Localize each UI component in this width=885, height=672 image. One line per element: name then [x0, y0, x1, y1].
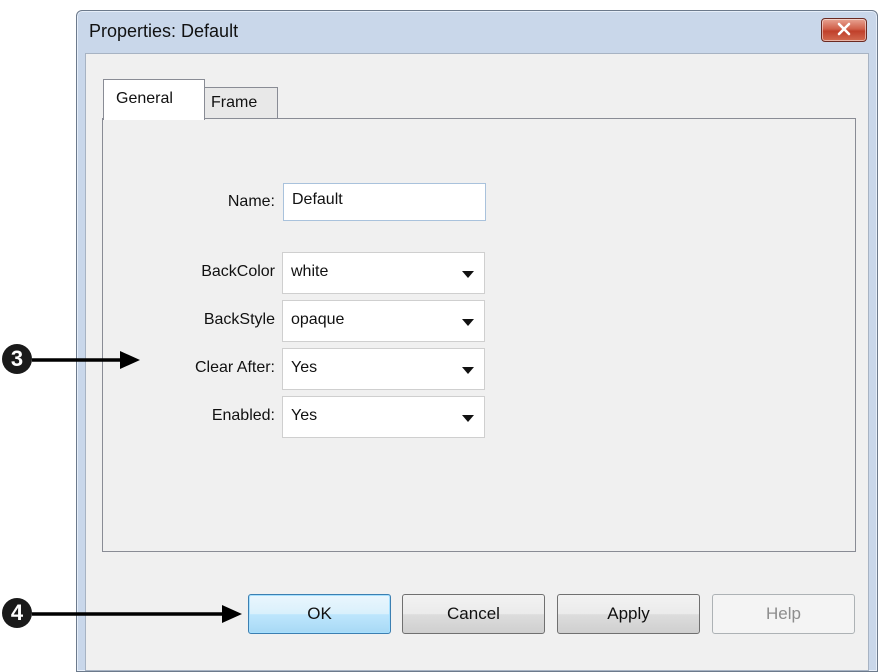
enabled-select[interactable]: Yes [282, 396, 485, 438]
backcolor-select[interactable]: white [282, 252, 485, 294]
tab-general-label: General [116, 90, 173, 107]
help-button[interactable]: Help [712, 594, 855, 634]
ok-button[interactable]: OK [248, 594, 391, 634]
name-input[interactable]: Default [283, 183, 486, 221]
backcolor-value: white [291, 263, 329, 280]
properties-dialog: Properties: Default General Frame Name: … [76, 10, 878, 672]
clear-after-select[interactable]: Yes [282, 348, 485, 390]
enabled-label: Enabled: [211, 407, 275, 424]
callout-3-arrow [32, 351, 140, 369]
clear-after-value: Yes [291, 359, 318, 376]
callout-4-badge: 4 [2, 598, 32, 628]
name-value: Default [292, 191, 343, 208]
chevron-down-icon [462, 319, 474, 326]
apply-button[interactable]: Apply [557, 594, 700, 634]
callout-3-badge: 3 [2, 344, 32, 374]
backstyle-label: BackStyle [203, 311, 275, 328]
chevron-down-icon [462, 415, 474, 422]
tab-general[interactable]: General [103, 79, 205, 120]
general-tab-panel: Name: Default BackColor white BackStyle … [102, 118, 856, 552]
callout-4-arrow [32, 605, 242, 623]
name-label: Name: [227, 193, 275, 210]
enabled-value: Yes [291, 407, 318, 424]
close-button[interactable] [821, 18, 867, 42]
title-bar[interactable]: Properties: Default [77, 11, 877, 53]
cancel-button[interactable]: Cancel [402, 594, 545, 634]
tab-frame-label: Frame [211, 94, 258, 111]
dialog-client-area: General Frame Name: Default BackColor wh… [85, 53, 869, 671]
clear-after-label: Clear After: [194, 359, 275, 376]
tab-frame[interactable]: Frame [204, 87, 278, 119]
backstyle-value: opaque [291, 311, 345, 328]
chevron-down-icon [462, 367, 474, 374]
backstyle-select[interactable]: opaque [282, 300, 485, 342]
close-icon [837, 22, 851, 36]
chevron-down-icon [462, 271, 474, 278]
window-title: Properties: Default [89, 21, 239, 41]
backcolor-label: BackColor [201, 263, 275, 280]
